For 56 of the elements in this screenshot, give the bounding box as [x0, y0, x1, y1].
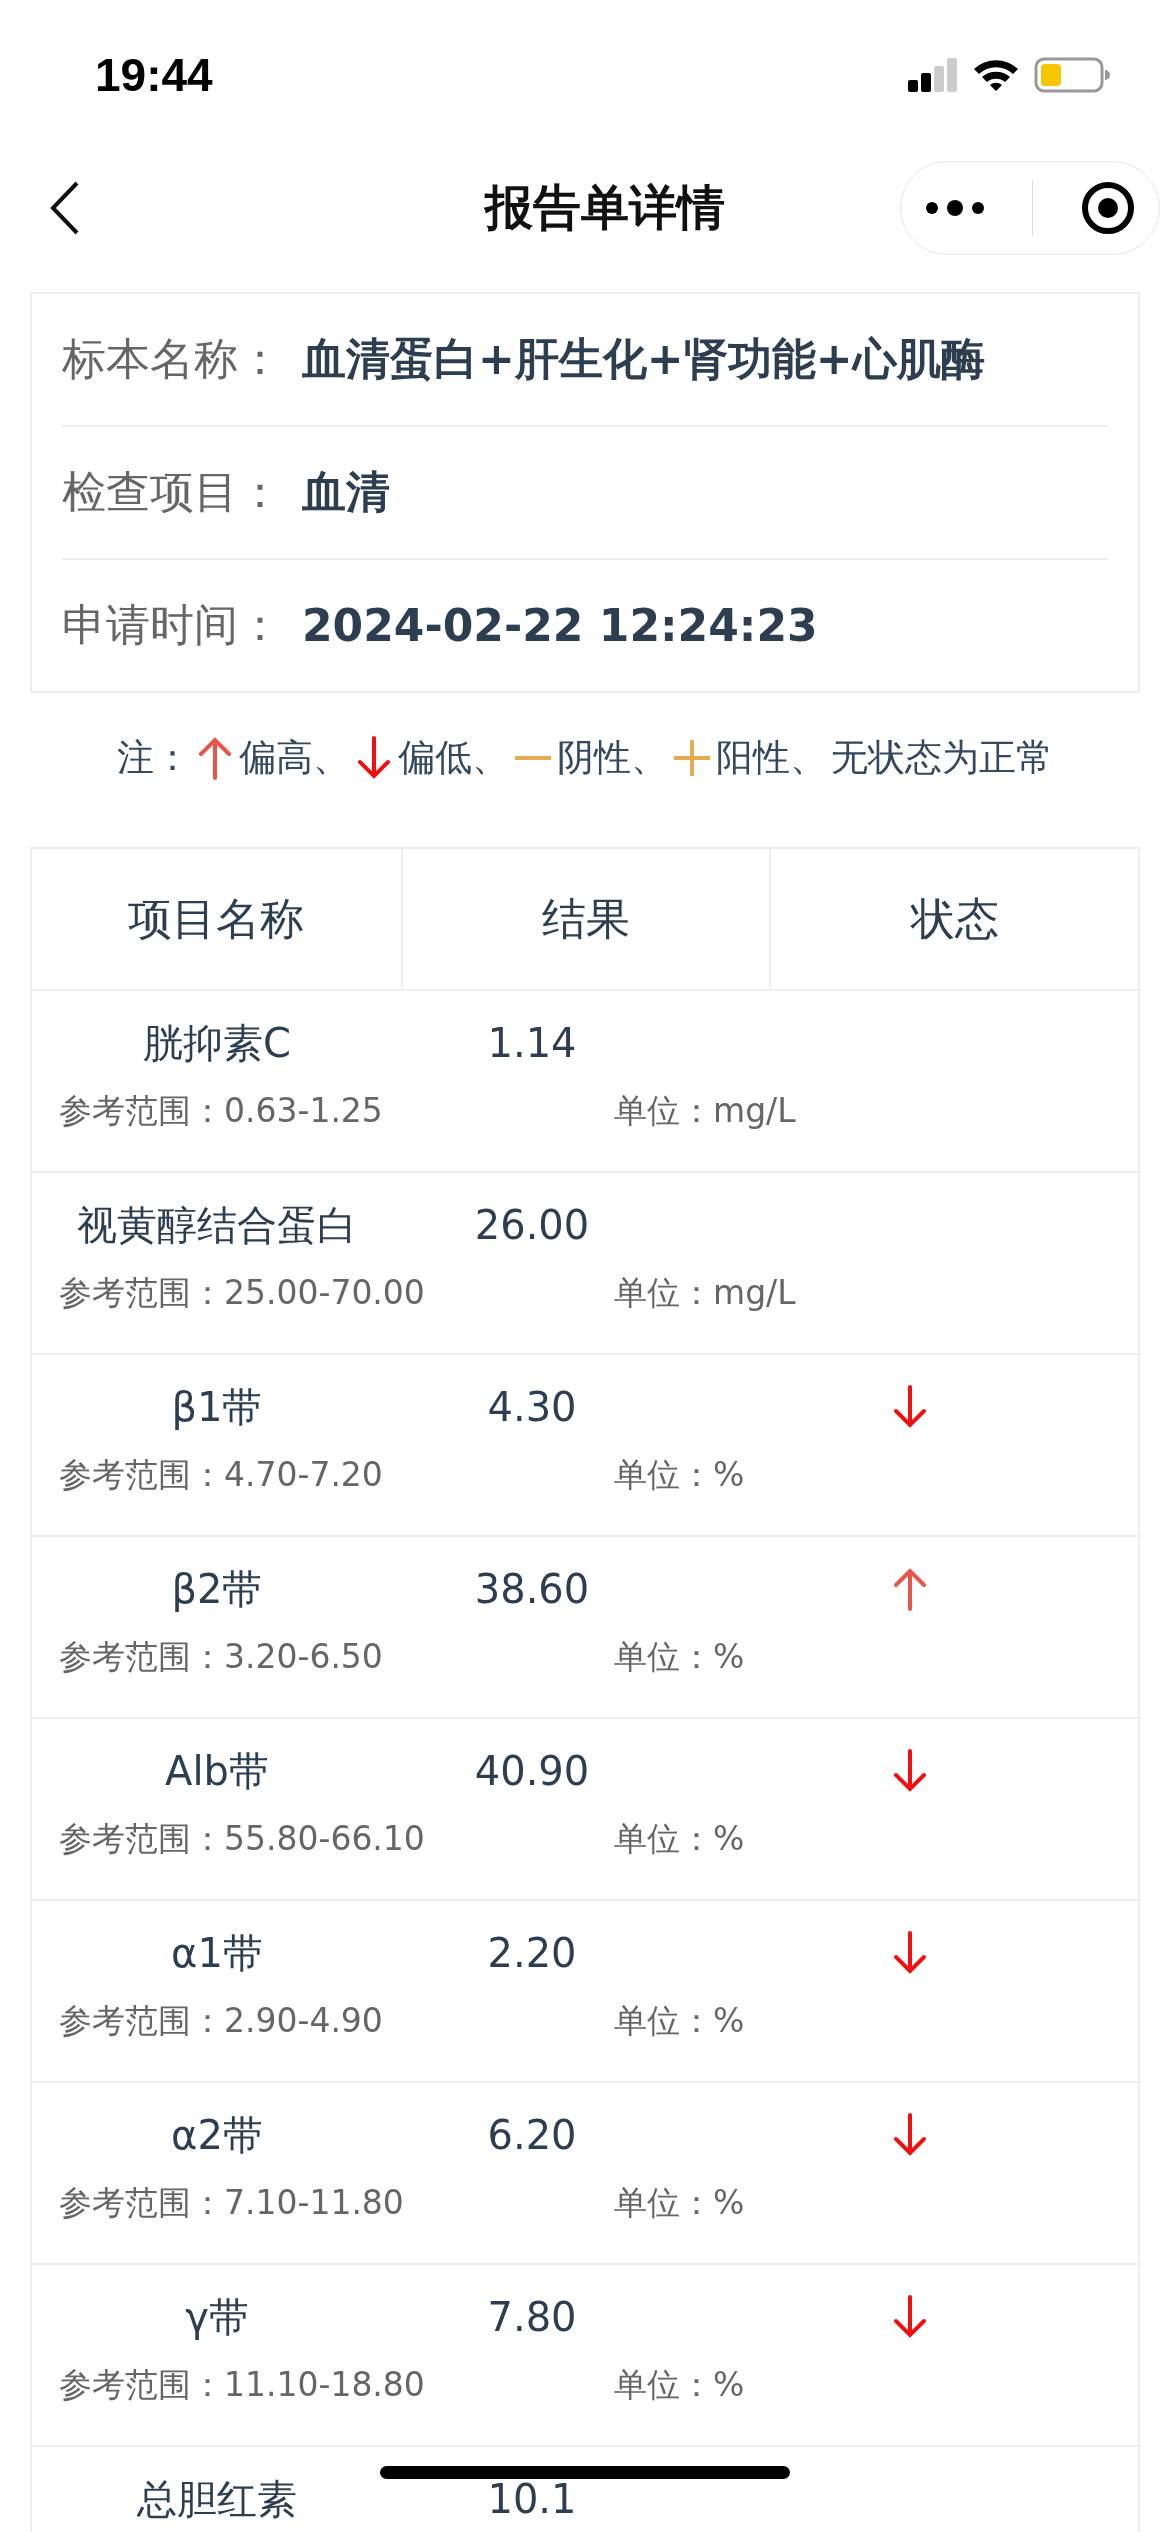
reference-range: 参考范围：7.10-11.80: [59, 2182, 405, 2224]
reference-range: 参考范围：25.00-70.00: [59, 1272, 426, 1314]
wifi-icon: [972, 57, 1020, 93]
item-name: β1带: [171, 1383, 263, 1430]
battery-icon: [1034, 57, 1110, 93]
status-time: 19:44: [95, 48, 213, 102]
unit-label: 单位：%: [614, 2364, 746, 2406]
info-label: 检查项目：: [62, 465, 282, 519]
result-value: 10.1: [487, 2476, 577, 2522]
item-name: α1带: [171, 1929, 263, 1976]
column-header: 结果: [400, 849, 770, 989]
unit-label: 单位：%: [614, 1818, 746, 1860]
legend-label: 阴性、: [557, 735, 668, 781]
result-value: 26.00: [474, 1202, 590, 1248]
item-name: 胱抑素C: [143, 1019, 291, 1066]
unit-label: 单位：mg/L: [614, 1272, 797, 1314]
column-header: 项目名称: [127, 891, 306, 946]
result-value: 2.20: [487, 1930, 577, 1976]
item-name: 总胆红素: [137, 2475, 297, 2522]
item-name: Alb带: [165, 1747, 269, 1794]
result-value: 1.14: [487, 1020, 577, 1066]
legend-label: 阳性、: [716, 735, 827, 781]
more-icon[interactable]: [924, 200, 985, 216]
result-value: 6.20: [487, 2112, 577, 2158]
item-name: 视黄醇结合蛋白: [77, 1201, 357, 1248]
signal-icon: [908, 58, 958, 92]
unit-label: 单位：%: [614, 1454, 746, 1496]
back-icon[interactable]: [50, 181, 80, 235]
item-name: β2带: [171, 1565, 263, 1612]
reference-range: 参考范围：4.70-7.20: [59, 1454, 384, 1496]
result-value: 40.90: [474, 1748, 590, 1794]
reference-range: 参考范围：55.80-66.10: [59, 1818, 426, 1860]
info-label: 申请时间：: [62, 598, 282, 652]
reference-range: 参考范围：0.63-1.25: [59, 1090, 384, 1132]
info-value: 2024-02-22 12:24:23: [302, 600, 818, 651]
legend-label: 无状态为正常: [831, 735, 1053, 781]
legend-note: 注：: [117, 735, 191, 781]
info-value: 血清: [302, 465, 390, 519]
item-name: γ带: [185, 2293, 249, 2340]
result-value: 4.30: [487, 1384, 577, 1430]
unit-label: 单位：%: [614, 1636, 746, 1678]
reference-range: 参考范围：11.10-18.80: [59, 2364, 426, 2406]
info-label: 标本名称：: [62, 332, 282, 386]
reference-range: 参考范围：2.90-4.90: [59, 2000, 384, 2042]
item-name: α2带: [171, 2111, 263, 2158]
info-value: 血清蛋白+肝生化+肾功能+心肌酶: [302, 332, 985, 386]
column-header: 状态: [769, 849, 1138, 989]
unit-label: 单位：mg/L: [614, 1090, 797, 1132]
unit-label: 单位：%: [614, 2000, 746, 2042]
reference-range: 参考范围：3.20-6.50: [59, 1636, 384, 1678]
legend-label: 偏高、: [239, 735, 350, 781]
legend-label: 偏低、: [398, 735, 509, 781]
unit-label: 单位：%: [614, 2182, 746, 2224]
result-value: 38.60: [474, 1566, 590, 1612]
page-title: 报告单详情: [485, 178, 725, 237]
result-value: 7.80: [487, 2294, 577, 2340]
